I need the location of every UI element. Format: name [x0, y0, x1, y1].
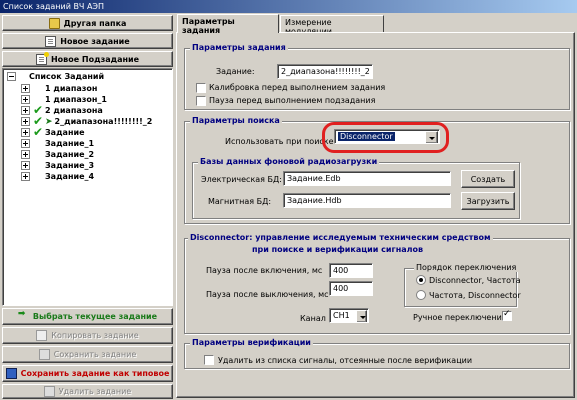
expand-icon[interactable]: [21, 128, 30, 137]
order-option-1: Disconnector, Частота: [429, 276, 521, 285]
tree-item-label: 2_диапазона!!!!!!!!_2: [54, 117, 153, 126]
order-title: Порядок переключения: [414, 263, 519, 272]
other-folder-button[interactable]: Другая папка: [2, 15, 173, 31]
pause-on-field[interactable]: 400: [329, 263, 373, 278]
pause-label: Пауза перед выполнением подзадания: [209, 96, 376, 105]
use-in-search-label: Использовать при поиске:: [225, 137, 337, 146]
tree-item[interactable]: Задание_1: [21, 138, 94, 149]
magnetic-db-field[interactable]: Задание.Hdb: [283, 193, 451, 208]
tree-item-label: 1 диапазон: [45, 84, 98, 93]
tree-item[interactable]: Задание_4: [21, 171, 94, 182]
tree-item-label: Задание: [45, 128, 85, 137]
tree-item[interactable]: 1 диапазон: [21, 83, 97, 94]
tree-item-label: Задание_3: [45, 161, 95, 170]
order-radio-1[interactable]: [416, 275, 426, 285]
channel-label: Канал: [300, 314, 326, 323]
disconnector-title-line1: Disconnector: управление исследуемым тех…: [188, 233, 493, 242]
expand-icon[interactable]: [21, 139, 30, 148]
search-params-title: Параметры поиска: [190, 116, 282, 125]
new-task-button[interactable]: Новое задание: [2, 33, 173, 49]
save-task-button[interactable]: Сохранить задание: [2, 346, 173, 363]
tree-item-label: 2 диапазона: [45, 106, 103, 115]
copy-icon: [36, 330, 48, 341]
save-icon: [38, 349, 50, 360]
order-radio-2[interactable]: [416, 290, 426, 300]
verification-title: Параметры верификации: [190, 338, 313, 347]
pause-off-field[interactable]: 400: [329, 281, 373, 296]
tree-root[interactable]: Список Заданий: [7, 71, 104, 82]
channel-select[interactable]: CH1: [329, 308, 369, 323]
tree-item-label: Задание_2: [45, 150, 95, 159]
delete-icon: [43, 386, 55, 397]
electric-db-label: Электрическая БД:: [201, 175, 282, 184]
remove-filtered-label: Удалить из списка сигналы, отсеянные пос…: [218, 356, 473, 365]
manual-switch-label: Ручное переключение: [413, 313, 507, 322]
expand-icon[interactable]: [21, 117, 30, 126]
new-task-icon: [45, 35, 57, 47]
checkmark-icon: ✔: [33, 125, 44, 139]
task-tree[interactable]: Список Заданий 1 диапазон 1 диапазон_1 ✔ 2 …: [2, 68, 173, 306]
load-button[interactable]: Загрузить: [461, 192, 515, 210]
manual-switch-checkbox[interactable]: [502, 309, 512, 321]
task-name-field[interactable]: 2_диапазона!!!!!!!!_2: [277, 64, 373, 79]
task-name-label: Задание:: [216, 67, 255, 76]
expand-icon[interactable]: [21, 95, 30, 104]
task-params-title: Параметры задания: [190, 43, 288, 52]
window-title: Список заданий ВЧ АЭП: [3, 2, 105, 11]
expand-icon[interactable]: [21, 161, 30, 170]
highlight-ring: [322, 122, 449, 153]
expand-icon[interactable]: [21, 106, 30, 115]
create-button[interactable]: Создать: [461, 170, 515, 188]
select-arrow-icon: [18, 309, 29, 322]
order-group: [404, 268, 517, 307]
calibrate-checkbox[interactable]: [196, 83, 206, 93]
magnetic-db-label: Магнитная БД:: [208, 197, 272, 206]
save-as-template-button[interactable]: Сохранить задание как типовое: [2, 365, 173, 382]
tree-item[interactable]: Задание_2: [21, 149, 94, 160]
collapse-icon[interactable]: [7, 72, 16, 81]
expand-icon[interactable]: [21, 172, 30, 181]
current-arrow-icon: ➤: [45, 116, 53, 127]
new-subtask-button[interactable]: Новое Подзадание: [2, 51, 173, 67]
select-task-button[interactable]: Выбрать текущее задание: [2, 308, 173, 325]
save-template-icon: [5, 368, 17, 379]
window-title-bar: Список заданий ВЧ АЭП: [0, 0, 577, 13]
tree-item-label: Задание_4: [45, 172, 95, 181]
tree-item[interactable]: ✔ Задание: [21, 125, 85, 139]
copy-task-button[interactable]: Копировать задание: [2, 327, 173, 344]
electric-db-field[interactable]: Задание.Edb: [283, 171, 451, 186]
chevron-down-icon[interactable]: [356, 310, 367, 322]
remove-filtered-checkbox[interactable]: [204, 355, 214, 365]
tree-item-label: Задание_1: [45, 139, 95, 148]
expand-icon[interactable]: [21, 150, 30, 159]
db-group-title: Базы данных фоновой радиозагрузки: [198, 157, 380, 166]
pause-off-label: Пауза после выключения, мс: [206, 290, 329, 299]
tree-item-label: 1 диапазон_1: [45, 95, 107, 104]
tab-task-params[interactable]: Параметры задания: [177, 14, 279, 35]
calibrate-label: Калибровка перед выполнением задания: [209, 83, 386, 92]
pause-on-label: Пауза после включения, мс: [206, 266, 323, 275]
order-option-2: Частота, Disconnector: [429, 291, 521, 300]
expand-icon[interactable]: [21, 84, 30, 93]
pause-checkbox[interactable]: [196, 96, 206, 106]
folder-icon: [48, 17, 60, 29]
tree-item[interactable]: Задание_3: [21, 160, 94, 171]
tab-modulation[interactable]: Измерение модуляции: [280, 15, 384, 36]
new-subtask-icon: [35, 51, 49, 65]
delete-task-button[interactable]: Удалить задание: [2, 384, 173, 399]
disconnector-title-line2: при поиске и верификации сигналов: [252, 245, 424, 254]
